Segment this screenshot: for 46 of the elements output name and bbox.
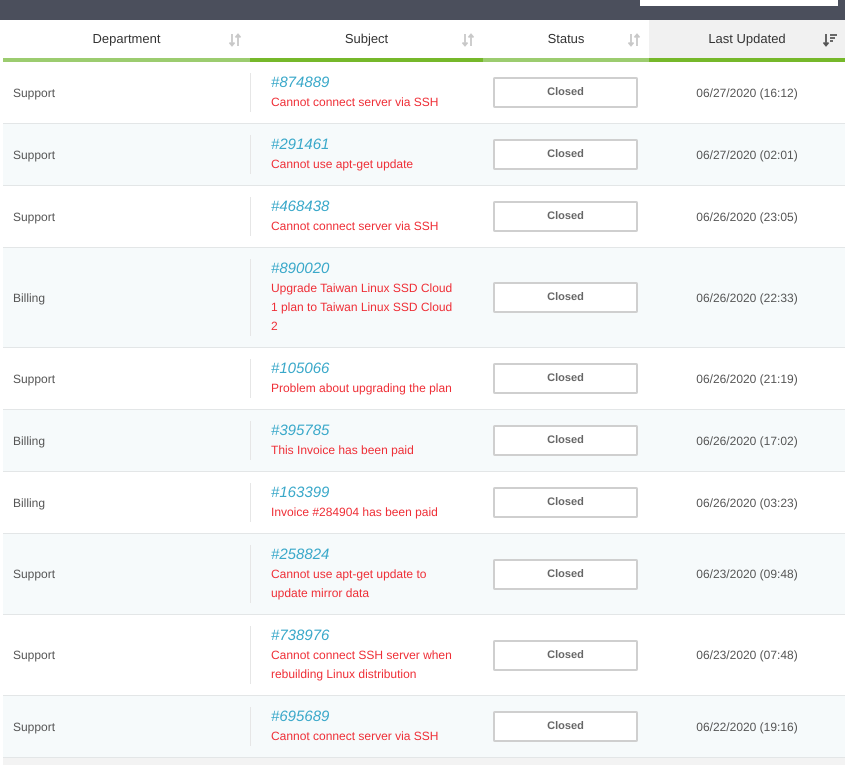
department-cell: Support [13,148,56,162]
status-button[interactable]: Closed [493,487,638,518]
subject-text: Cannot connect server via SSH [271,94,440,111]
subject-text: Problem about upgrading the plan [271,380,453,397]
sort-icon[interactable] [228,33,242,47]
sort-icon[interactable] [461,33,475,47]
status-button[interactable]: Closed [493,640,638,670]
subject-text: Cannot use apt-get update to update mirror data [271,566,428,602]
column-header[interactable]: Last Updated [649,20,845,62]
updated-cell: 06/27/2020 (16:12) [696,86,798,100]
department-cell: Support [13,372,56,386]
updated-cell: 06/26/2020 (03:23) [696,496,798,510]
status-button[interactable]: Closed [493,139,638,170]
subject-text: Cannot connect server via SSH [271,728,440,745]
updated-cell: 06/26/2020 (21:19) [696,372,798,386]
subject-text: Cannot connect SSH server when rebuilding Linux distribution [271,647,453,683]
department-cell: Billing [13,290,46,304]
status-button[interactable]: Closed [493,201,638,232]
subject-text: Upgrade Taiwan Linux SSD Cloud 1 plan to Taiwan Linux SSD Cloud 2 [271,280,454,335]
updated-cell: 06/23/2020 (07:48) [696,648,798,662]
sort-icon[interactable] [627,33,641,47]
subject-text: This Invoice has been paid [271,442,415,459]
status-button[interactable]: Closed [493,363,638,394]
subject-text: Cannot connect server via SSH [271,218,440,235]
updated-cell: 06/26/2020 (22:33) [696,290,798,304]
status-button[interactable]: Closed [493,282,638,313]
status-button[interactable]: Closed [493,558,638,590]
sort-descending-icon[interactable] [823,33,837,47]
subject-text: Cannot use apt-get update [271,156,414,173]
updated-cell: 06/26/2020 (23:05) [696,210,798,224]
department-cell: Billing [13,434,46,448]
department-cell: Support [13,720,56,734]
department-cell: Support [13,648,56,662]
updated-cell: 06/26/2020 (17:02) [696,434,798,448]
updated-cell: 06/27/2020 (02:01) [696,148,798,162]
updated-cell: 06/22/2020 (19:16) [696,720,798,734]
updated-cell: 06/23/2020 (09:48) [696,567,798,581]
department-cell: Billing [13,496,46,510]
subject-text: Invoice #284904 has been paid [271,504,439,521]
input-field[interactable] [640,0,838,6]
department-cell: Support [13,86,56,100]
status-button[interactable]: Closed [493,425,638,456]
status-button[interactable]: Closed [493,711,638,742]
department-cell: Support [13,210,56,224]
department-cell: Support [13,567,56,581]
status-button[interactable]: Closed [493,77,638,108]
